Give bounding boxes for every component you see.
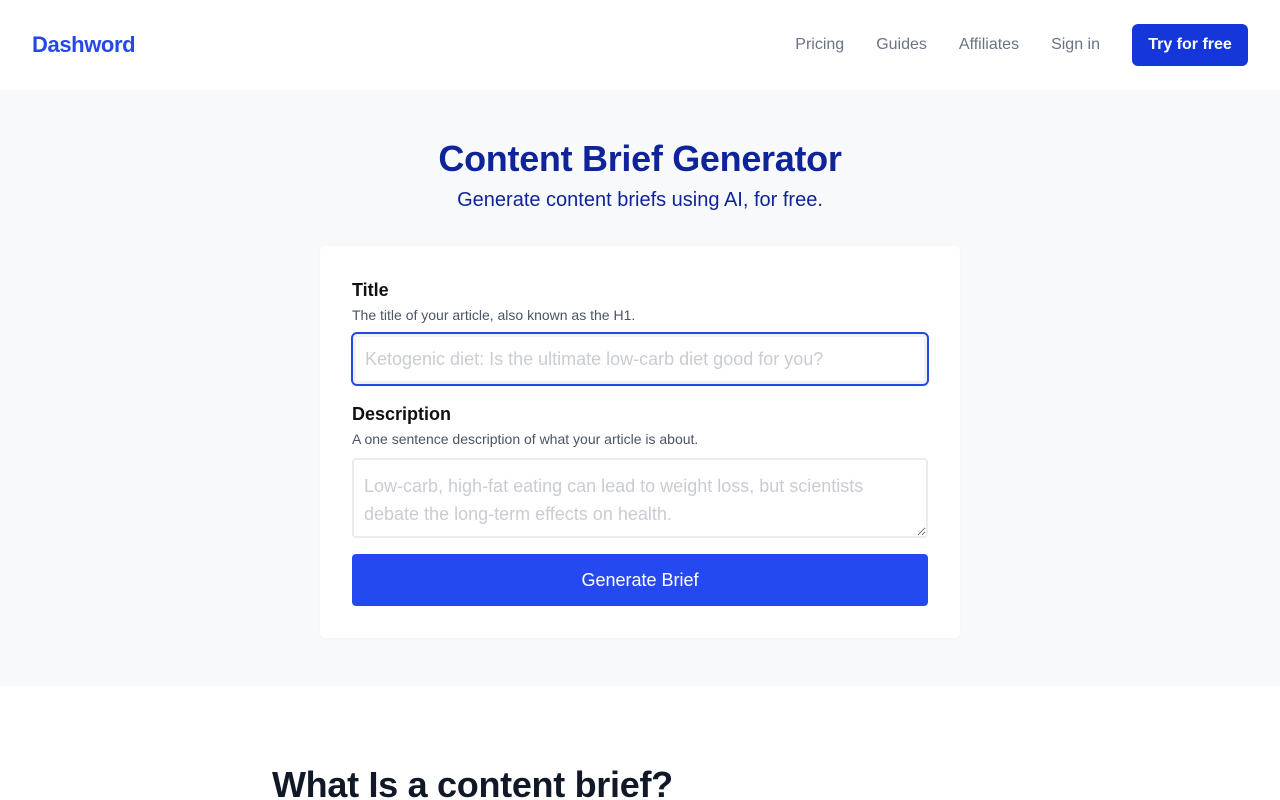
try-for-free-button[interactable]: Try for free <box>1132 24 1248 66</box>
page-subtitle: Generate content briefs using AI, for fr… <box>457 189 823 211</box>
section-heading: What Is a content brief? <box>272 764 673 800</box>
nav-link-sign-in[interactable]: Sign in <box>1051 36 1100 54</box>
description-label: Description <box>352 404 452 424</box>
title-input[interactable] <box>351 332 929 386</box>
main-nav: Pricing Guides Affiliates Sign in <box>795 36 1100 54</box>
title-help-text: The title of your article, also known as… <box>352 307 636 323</box>
hero-section: Content Brief Generator Generate content… <box>0 90 1280 686</box>
nav-link-guides[interactable]: Guides <box>876 36 927 54</box>
nav-link-affiliates[interactable]: Affiliates <box>959 36 1019 54</box>
title-label: Title <box>352 280 389 300</box>
nav-link-pricing[interactable]: Pricing <box>795 36 844 54</box>
generate-brief-button[interactable]: Generate Brief <box>352 554 928 606</box>
description-textarea[interactable] <box>352 458 928 538</box>
description-help-text: A one sentence description of what your … <box>352 431 699 447</box>
logo[interactable]: Dashword <box>32 32 136 58</box>
site-header: Dashword Pricing Guides Affiliates Sign … <box>0 0 1280 90</box>
page-title: Content Brief Generator <box>438 138 842 179</box>
brief-form-card: Title The title of your article, also kn… <box>320 246 960 638</box>
